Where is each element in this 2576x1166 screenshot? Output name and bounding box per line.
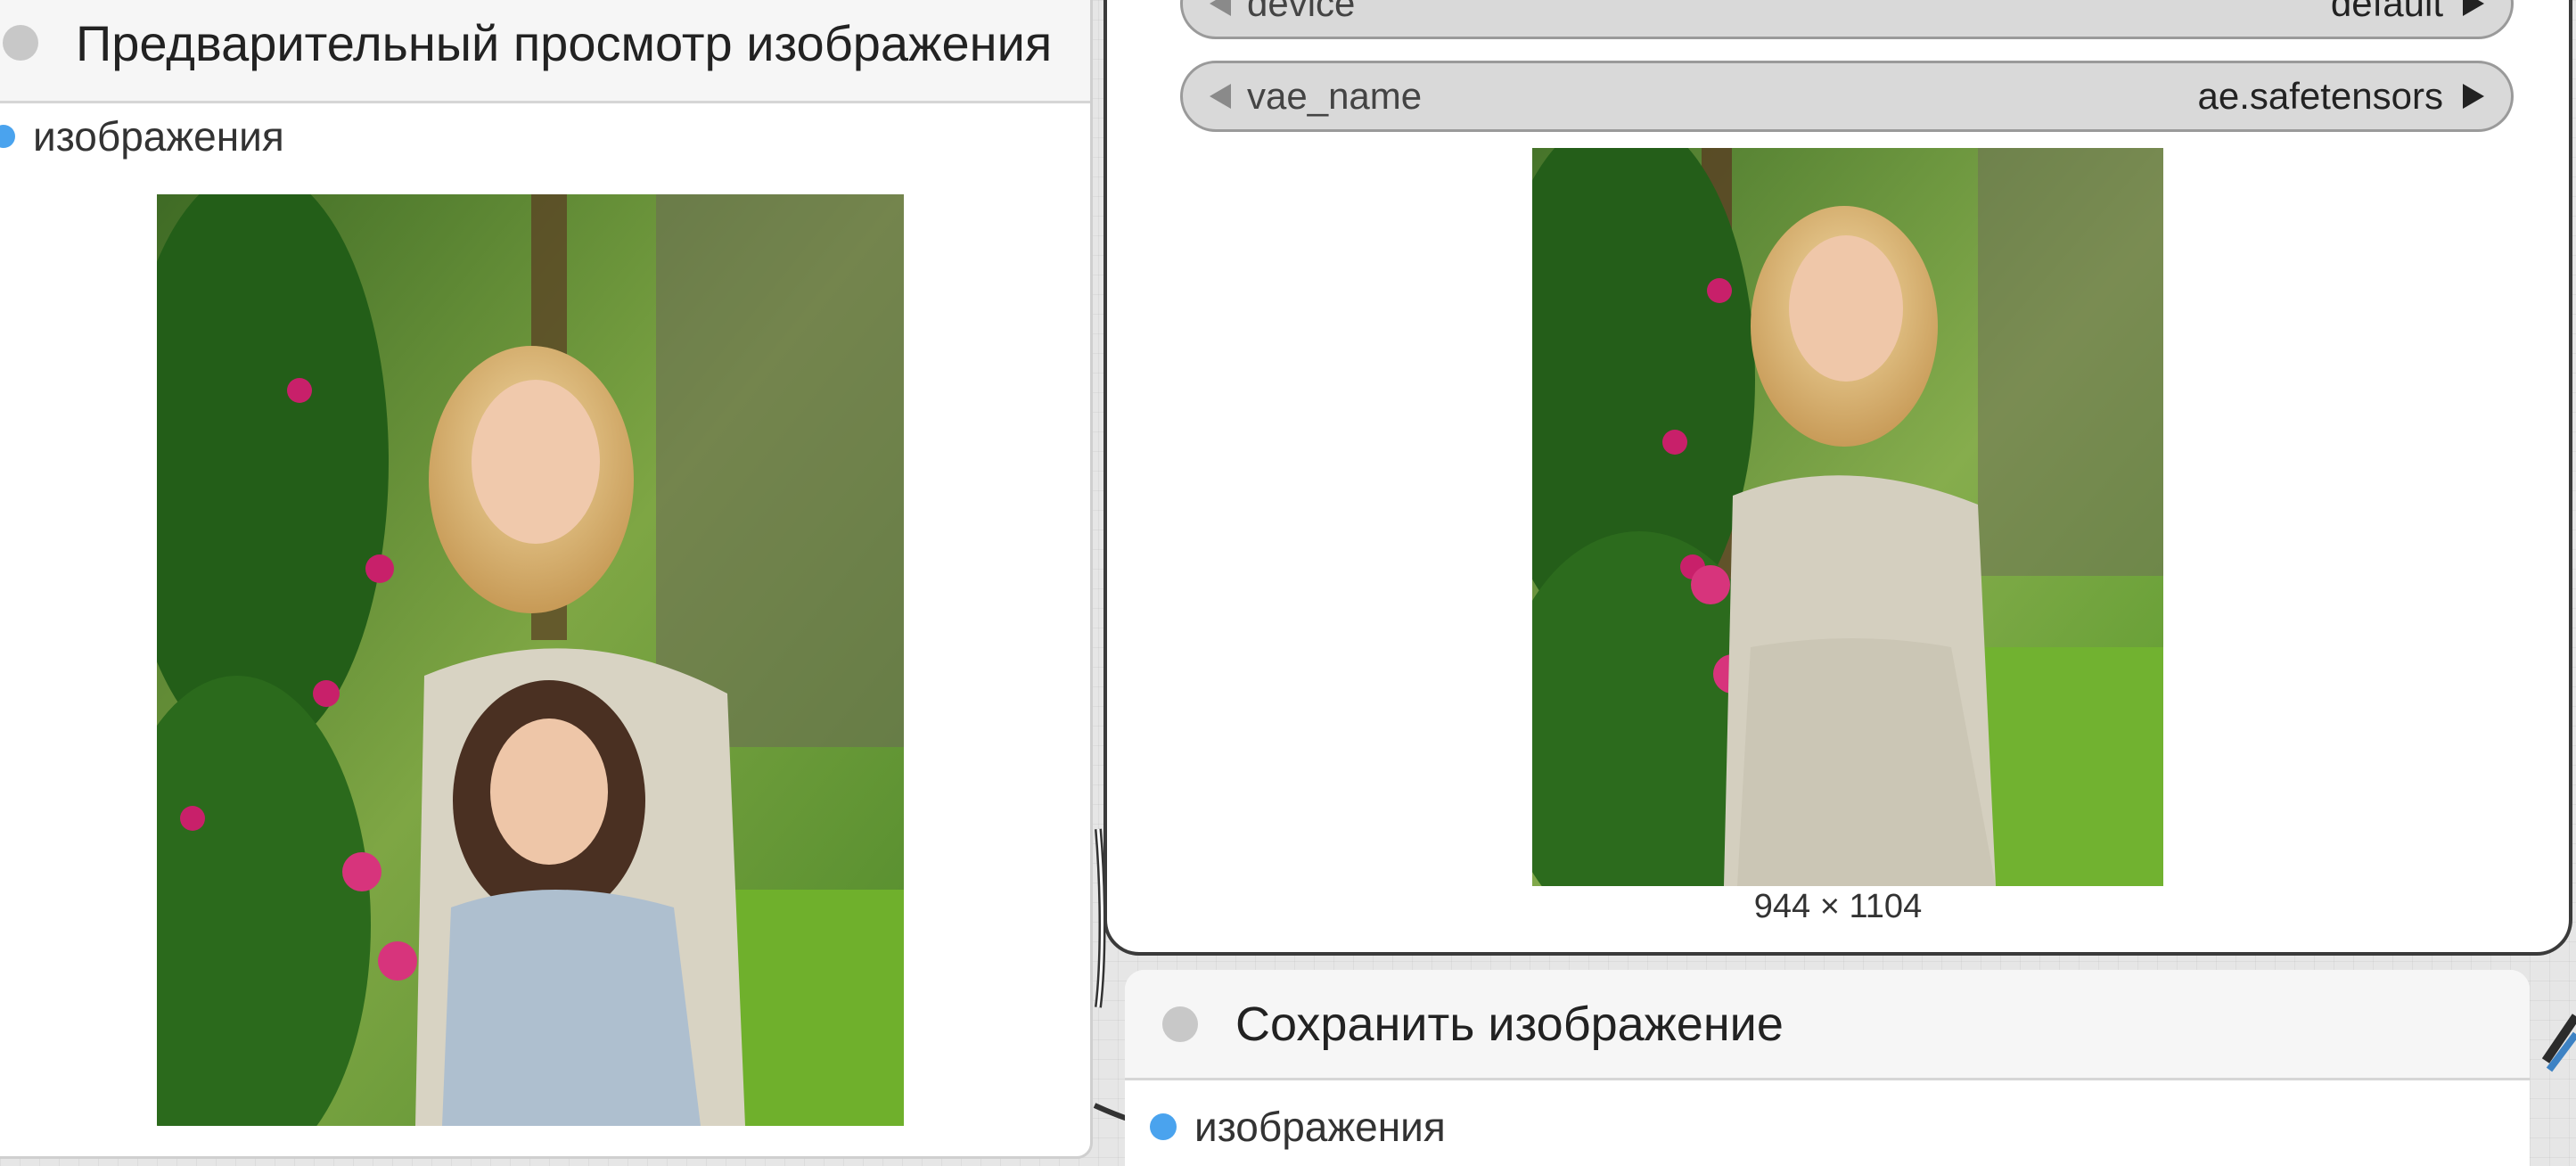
device-combo-widget[interactable]: device default: [1180, 0, 2514, 39]
node-title: Сохранить изображение: [1235, 997, 1784, 1051]
widget-name: vae_name: [1247, 75, 1423, 117]
preview-image: [157, 194, 904, 1126]
widget-value: default: [2330, 0, 2443, 24]
slot-dot-icon[interactable]: [1150, 1113, 1177, 1140]
preview-image-node[interactable]: Предварительный просмотр изображения изо…: [0, 0, 1093, 1159]
node-header[interactable]: Сохранить изображение: [1125, 970, 2530, 1080]
input-slot-images[interactable]: изображения: [1125, 1102, 1446, 1152]
arrow-left-icon[interactable]: [1202, 78, 1238, 114]
node-title: Предварительный просмотр изображения: [76, 14, 1053, 71]
vae-name-combo-widget[interactable]: vae_name ae.safetensors: [1180, 61, 2514, 132]
arrow-right-icon[interactable]: [2456, 0, 2491, 21]
slot-label: изображения: [1194, 1104, 1446, 1150]
slot-label: изображения: [33, 113, 284, 160]
slot-dot-icon[interactable]: [0, 125, 15, 148]
input-slot-images[interactable]: изображения: [0, 110, 284, 163]
vae-loader-node[interactable]: device default vae_name ae.safetensors 9…: [1103, 0, 2572, 956]
node-header[interactable]: Предварительный просмотр изображения: [0, 0, 1090, 103]
status-dot-icon: [1162, 1006, 1198, 1042]
widget-value: ae.safetensors: [2197, 75, 2443, 117]
arrow-right-icon[interactable]: [2456, 78, 2491, 114]
image-size-label: 944 × 1104: [1753, 888, 1923, 925]
output-image: [1532, 148, 2163, 886]
arrow-left-icon[interactable]: [1202, 0, 1238, 21]
save-image-node[interactable]: Сохранить изображение изображения: [1125, 970, 2530, 1166]
status-dot-icon: [3, 25, 38, 61]
widget-name: device: [1247, 0, 1356, 24]
